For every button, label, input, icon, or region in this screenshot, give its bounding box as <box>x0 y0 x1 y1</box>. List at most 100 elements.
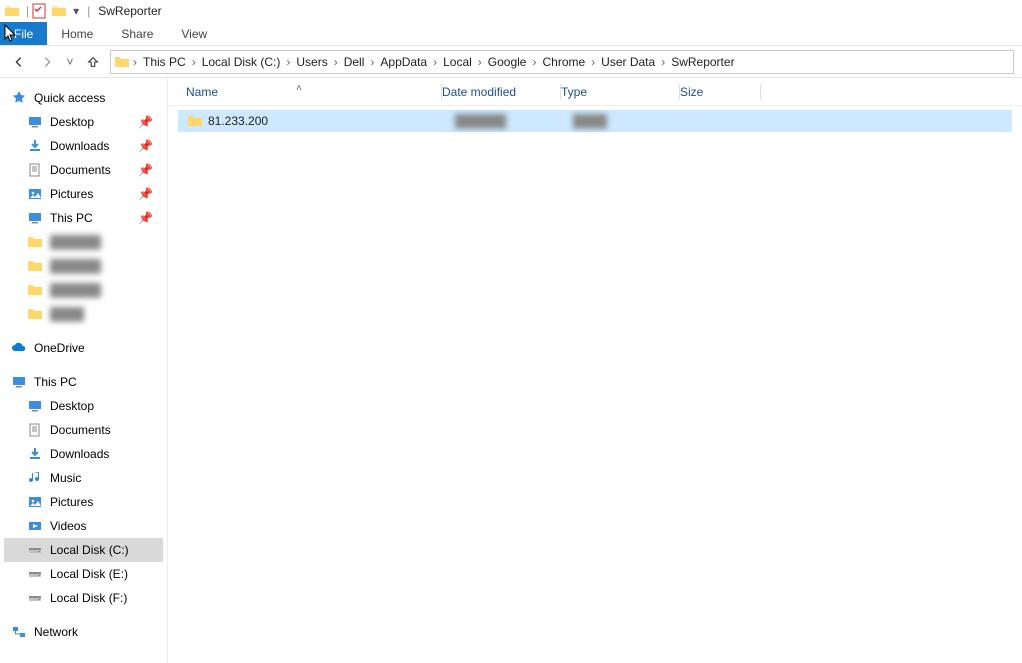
network-icon <box>10 624 28 640</box>
column-name-label: Name <box>186 85 218 99</box>
sidebar-item[interactable]: Desktop📌 <box>4 110 163 134</box>
file-list[interactable]: 81.233.200██████████ <box>168 106 1022 136</box>
back-button[interactable] <box>8 51 30 73</box>
sidebar-item[interactable]: This PC 📌 <box>4 206 163 230</box>
sidebar-item-label: Downloads <box>50 139 109 153</box>
sidebar-item-label: Videos <box>50 519 86 533</box>
separator: | <box>26 4 29 18</box>
download-icon <box>26 138 44 154</box>
column-name[interactable]: Name ˄ <box>186 85 441 99</box>
sidebar-item[interactable]: Documents <box>4 418 163 442</box>
list-item[interactable]: 81.233.200██████████ <box>178 110 1012 132</box>
column-size[interactable]: Size <box>680 85 760 99</box>
chevron-right-icon[interactable]: › <box>476 55 484 69</box>
pin-icon: 📌 <box>138 211 153 225</box>
sidebar-item[interactable]: Pictures <box>4 490 163 514</box>
column-date[interactable]: Date modified <box>442 85 560 99</box>
document-icon <box>26 422 44 438</box>
breadcrumb-segment[interactable]: Users <box>292 55 331 69</box>
quick-access-label: Quick access <box>34 91 105 105</box>
share-menu[interactable]: Share <box>107 22 167 45</box>
pc-icon <box>10 374 28 390</box>
sidebar-item[interactable]: Documents📌 <box>4 158 163 182</box>
drive-icon <box>26 542 44 558</box>
onedrive-label: OneDrive <box>34 341 85 355</box>
pin-icon: 📌 <box>138 163 153 177</box>
breadcrumb-segment[interactable]: Local <box>439 55 476 69</box>
ribbon-menu: File Home Share View <box>0 22 1022 46</box>
column-type[interactable]: Type <box>561 85 679 99</box>
sidebar-item[interactable]: Pictures📌 <box>4 182 163 206</box>
sidebar-item-label: ██████ <box>50 259 101 273</box>
sidebar-item-label: Downloads <box>50 447 109 461</box>
folder-icon <box>4 3 20 19</box>
sidebar-item[interactable]: ██████ <box>4 254 163 278</box>
view-menu[interactable]: View <box>167 22 221 45</box>
sidebar-item[interactable]: Downloads 📌 <box>4 134 163 158</box>
address-bar[interactable]: › This PC›Local Disk (C:)›Users›Dell›App… <box>110 50 1014 74</box>
dropdown-icon[interactable]: ▾ <box>71 3 81 19</box>
folder-icon <box>113 54 131 70</box>
sidebar-item[interactable]: Videos <box>4 514 163 538</box>
breadcrumb-segment[interactable]: SwReporter <box>667 55 738 69</box>
chevron-right-icon[interactable]: › <box>332 55 340 69</box>
desktop-icon <box>26 398 44 414</box>
breadcrumb-segment[interactable]: Chrome <box>538 55 589 69</box>
breadcrumb-segment[interactable]: Dell <box>340 55 369 69</box>
file-menu[interactable]: File <box>0 22 47 45</box>
file-type: ████ <box>573 114 691 128</box>
pin-icon: 📌 <box>138 187 153 201</box>
quick-access[interactable]: Quick access <box>4 86 163 110</box>
file-name: 81.233.200 <box>208 114 455 128</box>
breadcrumb-segment[interactable]: AppData <box>376 55 431 69</box>
chevron-right-icon[interactable]: › <box>190 55 198 69</box>
recent-dropdown-icon[interactable]: ˅ <box>64 51 76 73</box>
desktop-icon <box>26 114 44 130</box>
sidebar-item[interactable]: ██████ <box>4 278 163 302</box>
sort-indicator-icon: ˄ <box>296 83 302 94</box>
sidebar-item[interactable]: ████ <box>4 302 163 326</box>
folder-icon <box>186 113 204 129</box>
sidebar-item[interactable]: Desktop <box>4 394 163 418</box>
breadcrumb-segment[interactable]: User Data <box>597 55 659 69</box>
chevron-right-icon[interactable]: › <box>659 55 667 69</box>
chevron-right-icon[interactable]: › <box>589 55 597 69</box>
network-label: Network <box>34 625 78 639</box>
this-pc[interactable]: This PC <box>4 370 163 394</box>
folder-icon <box>26 258 44 274</box>
music-icon <box>26 470 44 486</box>
breadcrumb-segment[interactable]: Google <box>484 55 531 69</box>
sidebar-item[interactable]: Local Disk (F:) <box>4 586 163 610</box>
chevron-right-icon[interactable]: › <box>431 55 439 69</box>
folder-icon <box>26 282 44 298</box>
column-divider[interactable] <box>760 84 761 100</box>
properties-icon[interactable] <box>31 3 47 19</box>
document-icon <box>26 162 44 178</box>
cloud-icon <box>10 340 28 356</box>
home-menu[interactable]: Home <box>47 22 107 45</box>
sidebar-item-label: Desktop <box>50 399 94 413</box>
sidebar-item-label: This PC <box>50 211 93 225</box>
navigation-bar: ˅ › This PC›Local Disk (C:)›Users›Dell›A… <box>0 46 1022 78</box>
forward-button[interactable] <box>36 51 58 73</box>
chevron-right-icon[interactable]: › <box>131 55 139 69</box>
sidebar-item[interactable]: Local Disk (C:) <box>4 538 163 562</box>
pictures-icon <box>26 494 44 510</box>
folder-icon <box>51 3 67 19</box>
network[interactable]: Network <box>4 620 163 644</box>
breadcrumb-segment[interactable]: Local Disk (C:) <box>198 55 285 69</box>
sidebar-item[interactable]: Downloads <box>4 442 163 466</box>
sidebar-item[interactable]: Music <box>4 466 163 490</box>
column-headers: Name ˄ Date modified Type Size <box>168 78 1022 106</box>
pin-icon: 📌 <box>138 139 153 153</box>
file-date: ██████ <box>455 114 573 128</box>
onedrive[interactable]: OneDrive <box>4 336 163 360</box>
sidebar-item-label: Desktop <box>50 115 94 129</box>
breadcrumb-segment[interactable]: This PC <box>139 55 190 69</box>
sidebar-item[interactable]: Local Disk (E:) <box>4 562 163 586</box>
sidebar-item-label: ██████ <box>50 235 101 249</box>
pictures-icon <box>26 186 44 202</box>
sidebar-item[interactable]: ██████ <box>4 230 163 254</box>
this-pc-label: This PC <box>34 375 77 389</box>
up-button[interactable] <box>82 51 104 73</box>
